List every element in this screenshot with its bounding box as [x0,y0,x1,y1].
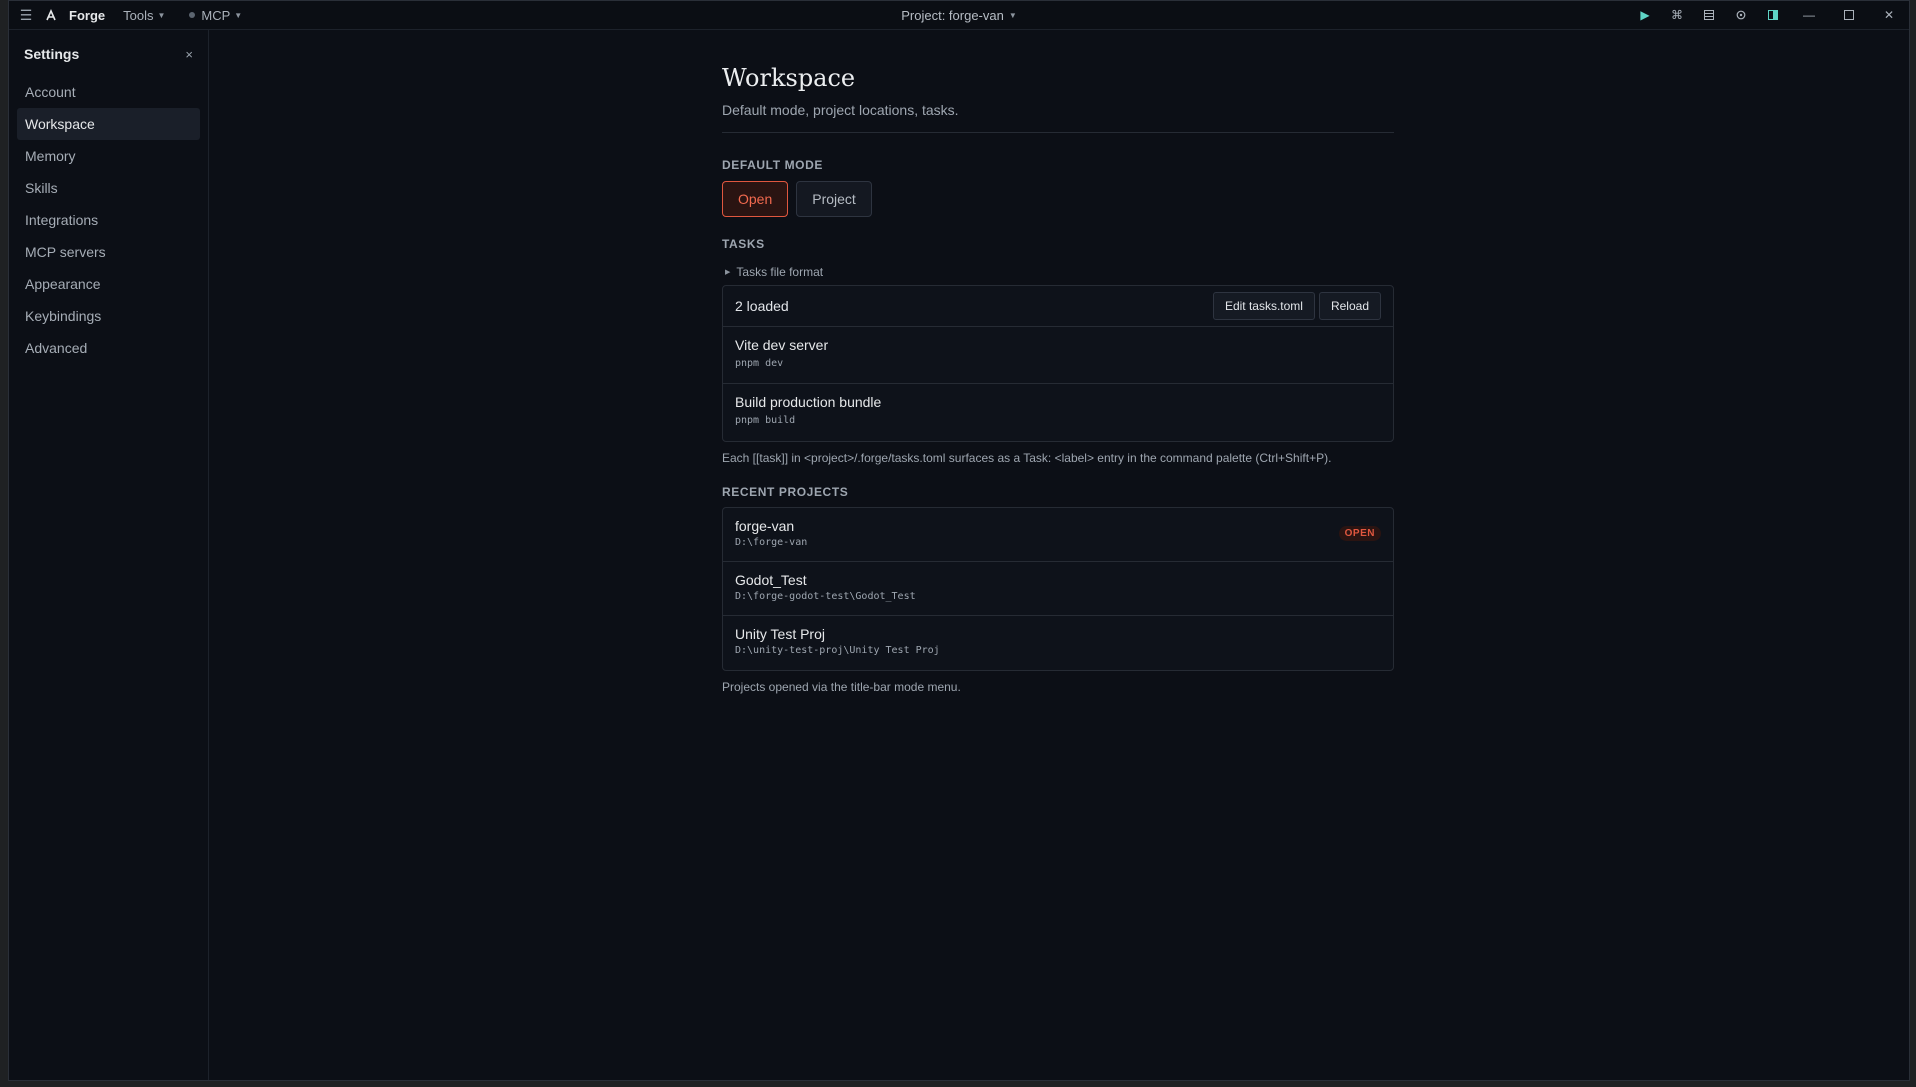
recent-projects-note: Projects opened via the title-bar mode m… [722,680,961,694]
sidebar-item-keybindings[interactable]: Keybindings [17,300,200,332]
default-mode-label: DEFAULT MODE [722,158,823,172]
forge-logo-icon [43,7,59,23]
sidebar-item-skills[interactable]: Skills [17,172,200,204]
project-path: D:\forge-van [735,537,808,548]
app-window: ☰ Forge Tools ▼ MCP ▼ Project: forge-van… [8,0,1910,1081]
project-name: forge-van [735,518,795,534]
tasks-card: 2 loaded Edit tasks.toml Reload Vite dev… [722,285,1394,442]
settings-content: Workspace Default mode, project location… [722,30,1394,694]
reload-button[interactable]: Reload [1318,292,1381,320]
edit-tasks-button[interactable]: Edit tasks.toml [1212,292,1315,320]
close-settings-icon[interactable]: × [185,47,193,62]
maximize-icon[interactable] [1829,1,1869,29]
project-path: D:\forge-godot-test\Godot_Test [735,591,916,602]
split-view-icon[interactable] [1757,1,1789,29]
task-row[interactable]: Build production bundle pnpm build [723,384,1393,441]
sidebar-item-appearance[interactable]: Appearance [17,268,200,300]
sidebar-item-mcp-servers[interactable]: MCP servers [17,236,200,268]
tasks-count: 2 loaded [735,298,789,314]
mode-open-button[interactable]: Open [722,181,789,217]
mcp-menu[interactable]: MCP ▼ [189,8,242,23]
title-bar: ☰ Forge Tools ▼ MCP ▼ Project: forge-van… [9,1,1909,30]
chevron-down-icon: ▼ [157,10,166,20]
project-row[interactable]: Godot_Test D:\forge-godot-test\Godot_Tes… [723,562,1393,616]
close-icon[interactable]: ✕ [1869,1,1909,29]
project-row[interactable]: Unity Test Proj D:\unity-test-proj\Unity… [723,616,1393,670]
task-command: pnpm dev [735,358,784,369]
page-subtitle: Default mode, project locations, tasks. [722,102,959,118]
project-title: Project: forge-van [901,7,1004,23]
recent-projects-label: RECENT PROJECTS [722,485,849,499]
command-icon[interactable]: ⌘ [1661,1,1693,29]
hamburger-icon[interactable]: ☰ [19,7,33,24]
tasks-file-format-disclosure[interactable]: ▶ Tasks file format [722,265,1394,279]
play-icon[interactable]: ▶ [1629,1,1661,29]
chevron-down-icon: ▼ [234,10,243,20]
settings-icon[interactable] [1725,1,1757,29]
project-switcher[interactable]: Project: forge-van ▼ [901,8,1017,23]
open-badge: OPEN [1338,526,1381,541]
mcp-menu-label: MCP [201,7,231,23]
sidebar-item-memory[interactable]: Memory [17,140,200,172]
minimize-icon[interactable]: — [1789,1,1829,29]
mcp-status-dot-icon [189,12,196,18]
app-name: Forge [69,7,106,23]
tasks-label: TASKS [722,237,765,251]
triangle-right-icon: ▶ [725,269,731,276]
divider [722,132,1394,133]
panel-icon[interactable] [1693,1,1725,29]
sidebar-item-advanced[interactable]: Advanced [17,332,200,364]
task-name: Build production bundle [735,394,882,410]
sidebar-nav: Account Workspace Memory Skills Integrat… [17,76,200,364]
tools-menu-label: Tools [123,7,154,23]
project-row[interactable]: forge-van D:\forge-van OPEN [723,508,1393,562]
sidebar-item-account[interactable]: Account [17,76,200,108]
project-name: Unity Test Proj [735,626,825,642]
tools-menu[interactable]: Tools ▼ [123,8,165,23]
project-name: Godot_Test [735,572,807,588]
sidebar-title: Settings [24,46,80,62]
settings-sidebar: Settings × Account Workspace Memory Skil… [9,30,209,1080]
page-title: Workspace [722,64,856,92]
task-command: pnpm build [735,415,796,426]
tasks-note: Each [[task]] in <project>/.forge/tasks.… [722,451,1332,465]
task-row[interactable]: Vite dev server pnpm dev [723,327,1393,384]
chevron-down-icon: ▼ [1008,10,1017,20]
sidebar-item-integrations[interactable]: Integrations [17,204,200,236]
sidebar-item-workspace[interactable]: Workspace [17,108,200,140]
recent-projects-card: forge-van D:\forge-van OPEN Godot_Test D… [722,507,1394,671]
project-path: D:\unity-test-proj\Unity Test Proj [735,645,940,656]
task-name: Vite dev server [735,337,829,353]
default-mode-toggle: Open Project [722,181,1394,217]
mode-project-button[interactable]: Project [796,181,872,217]
disclosure-label: Tasks file format [736,265,824,279]
